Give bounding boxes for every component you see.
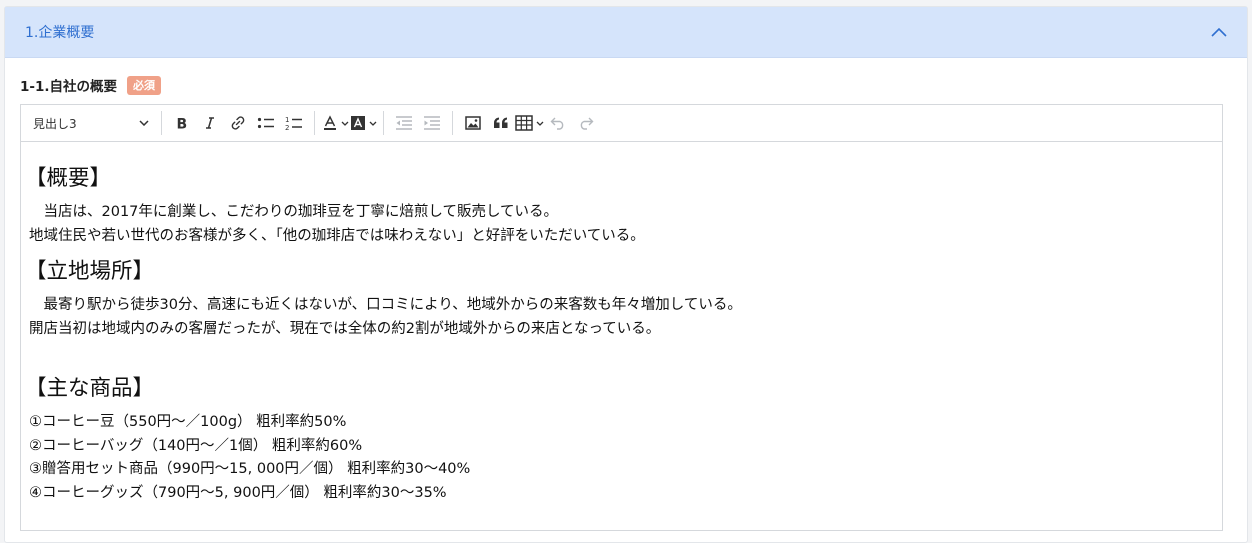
editor-toolbar: 見出し3 B 12: [21, 105, 1222, 142]
chevron-down-icon: [341, 121, 348, 126]
highlight-color-icon[interactable]: [349, 110, 377, 136]
product-item: ①コーヒー豆（550円～／100g） 粗利率約50%: [29, 414, 347, 430]
heading-select[interactable]: 見出し3: [27, 110, 155, 136]
field-label: 1-1.自社の概要: [20, 79, 118, 95]
product-item: ④コーヒーグッズ（790円～5, 900円／個） 粗利率約30～35%: [29, 484, 447, 501]
product-item: ②コーヒーバッグ（140円～／1個） 粗利率約60%: [29, 437, 363, 454]
chevron-down-icon: [139, 120, 149, 126]
svg-text:1: 1: [285, 116, 289, 124]
link-icon[interactable]: [224, 110, 252, 136]
toolbar-divider: [383, 111, 384, 135]
italic-icon[interactable]: [196, 110, 224, 136]
chevron-down-icon: [536, 121, 544, 126]
required-badge: 必須: [127, 75, 162, 95]
blockquote-icon[interactable]: [487, 110, 515, 136]
section-title: 1.企業概要: [25, 25, 95, 41]
insert-image-icon[interactable]: [459, 110, 487, 136]
indent-icon[interactable]: [418, 110, 446, 136]
chevron-down-icon: [369, 121, 376, 126]
toolbar-divider: [452, 111, 453, 135]
editor-content[interactable]: 【概要】 当店は、2017年に創業し、こだわりの珈琲豆を丁寧に焙煎して販売してい…: [21, 142, 1222, 530]
svg-text:B: B: [177, 117, 188, 131]
field-label-row: 1-1.自社の概要 必須: [20, 75, 162, 95]
insert-table-icon[interactable]: [515, 110, 544, 136]
content-heading-overview: 【概要】: [25, 166, 112, 191]
content-paragraph: 当店は、2017年に創業し、こだわりの珈琲豆を丁寧に焙煎して販売している。: [29, 204, 559, 220]
content-paragraph: 地域住民や若い世代のお客様が多く、「他の珈琲店では味わえない」と好評をいただいて…: [29, 227, 645, 244]
content-paragraph: 最寄り駅から徒歩30分、高速にも近くはないが、口コミにより、地域外からの来客数も…: [29, 297, 742, 313]
numbered-list-icon[interactable]: 12: [280, 110, 308, 136]
section-header[interactable]: 1.企業概要: [5, 7, 1247, 58]
product-item: ③贈答用セット商品（990円～15, 000円／個） 粗利率約30～40%: [29, 461, 471, 477]
heading-select-value: 見出し3: [33, 116, 77, 131]
toolbar-divider: [161, 111, 162, 135]
redo-icon[interactable]: [572, 110, 600, 136]
outdent-icon[interactable]: [390, 110, 418, 136]
toolbar-divider: [314, 111, 315, 135]
svg-text:2: 2: [285, 124, 289, 131]
bold-icon[interactable]: B: [168, 110, 196, 136]
font-color-icon[interactable]: [321, 110, 349, 136]
content-heading-location: 【立地場所】: [25, 259, 155, 284]
chevron-up-icon[interactable]: [1209, 22, 1229, 42]
bulleted-list-icon[interactable]: [252, 110, 280, 136]
content-heading-products: 【主な商品】: [25, 376, 155, 401]
rich-text-editor: 見出し3 B 12 【概要】 当店は、2017年に創業し、こだわりの珈琲豆を丁寧…: [20, 104, 1223, 531]
undo-icon[interactable]: [544, 110, 572, 136]
content-paragraph: 開店当初は地域内のみの客層だったが、現在では全体の約2割が地域外からの来店となっ…: [29, 320, 661, 337]
